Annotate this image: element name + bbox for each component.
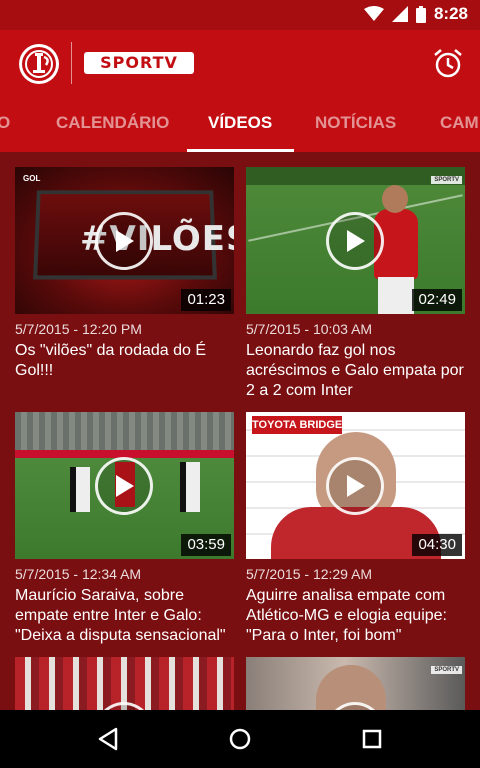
video-thumbnail[interactable]: 03:59 [15,412,234,559]
video-title[interactable]: Maurício Saraiva, sobre empate entre Int… [15,586,234,646]
video-date: 5/7/2015 - 12:29 AM [246,566,373,582]
club-logo[interactable] [18,43,60,85]
player-atletico [180,462,200,512]
recents-icon [362,729,382,749]
video-card[interactable] [15,657,234,710]
video-duration: 04:30 [412,534,462,556]
video-card[interactable]: TOYOTA BRIDGESTONE VISA 04:30 5/7/2015 -… [246,412,465,646]
signal-icon [391,6,408,22]
navigation-bar [0,710,480,768]
wifi-icon [363,6,384,21]
video-date: 5/7/2015 - 12:34 AM [15,566,142,582]
video-thumbnail[interactable] [15,657,234,710]
play-button[interactable] [326,212,384,270]
video-card[interactable]: SPORTV [246,657,465,710]
video-duration: 03:59 [181,534,231,556]
app-bar: SPORTV [0,30,480,96]
player-head [382,185,408,213]
alarm-clock-icon [434,49,462,78]
video-duration: 02:49 [412,289,462,311]
video-duration: 01:23 [181,289,231,311]
recents-button[interactable] [357,724,387,754]
video-title[interactable]: Aguirre analisa empate com Atlético-MG e… [246,586,465,646]
tab-noticias[interactable]: NOTÍCIAS [315,96,396,152]
alarm-button[interactable] [428,43,468,83]
sportv-logo: SPORTV [84,52,194,74]
video-date: 5/7/2015 - 10:03 AM [246,321,373,337]
back-button[interactable] [93,724,123,754]
tab-videos[interactable]: VÍDEOS [208,96,272,152]
home-button[interactable] [225,724,255,754]
tab-bar: O CALENDÁRIO VÍDEOS NOTÍCIAS CAM [0,96,480,152]
play-icon [347,475,365,497]
play-button[interactable] [95,212,153,270]
video-card[interactable]: GOL #VILÕES 01:23 5/7/2015 - 12:20 PM Os… [15,167,234,381]
video-card[interactable]: 03:59 5/7/2015 - 12:34 AM Maurício Sarai… [15,412,234,646]
home-icon [229,728,251,750]
video-title[interactable]: Leonardo faz gol nos acréscimos e Galo e… [246,341,465,401]
channel-tag: SPORTV [431,176,462,184]
video-thumbnail[interactable]: SPORTV 02:49 [246,167,465,314]
video-grid: GOL #VILÕES 01:23 5/7/2015 - 12:20 PM Os… [0,152,480,710]
tab-calendario[interactable]: CALENDÁRIO [56,96,169,152]
play-button[interactable] [95,457,153,515]
player-atletico [70,467,90,512]
player-shorts [378,277,414,314]
channel-tag: SPORTV [431,666,462,674]
video-thumbnail[interactable]: TOYOTA BRIDGESTONE VISA 04:30 [246,412,465,559]
tab-partial-left[interactable]: O [0,96,10,152]
video-thumbnail[interactable]: SPORTV [246,657,465,710]
video-date: 5/7/2015 - 12:20 PM [15,321,142,337]
status-icons: 8:28 [363,4,468,24]
video-thumbnail[interactable]: GOL #VILÕES 01:23 [15,167,234,314]
status-time: 8:28 [433,4,468,23]
status-bar: 8:28 [0,0,480,30]
crowd [15,412,234,452]
channel-tag: GOL [23,174,41,183]
play-button[interactable] [95,702,153,710]
logo-divider [71,42,72,84]
back-icon [98,727,118,751]
video-card[interactable]: SPORTV 02:49 5/7/2015 - 10:03 AM Leonard… [246,167,465,401]
play-icon [347,230,365,252]
battery-icon [415,5,426,23]
play-icon [116,230,134,252]
tab-partial-right[interactable]: CAM [440,96,479,152]
play-button[interactable] [326,457,384,515]
sponsor-banner: TOYOTA BRIDGESTONE VISA [252,416,342,434]
video-title[interactable]: Os "vilões" da rodada do É Gol!!! [15,341,234,381]
play-icon [116,475,134,497]
